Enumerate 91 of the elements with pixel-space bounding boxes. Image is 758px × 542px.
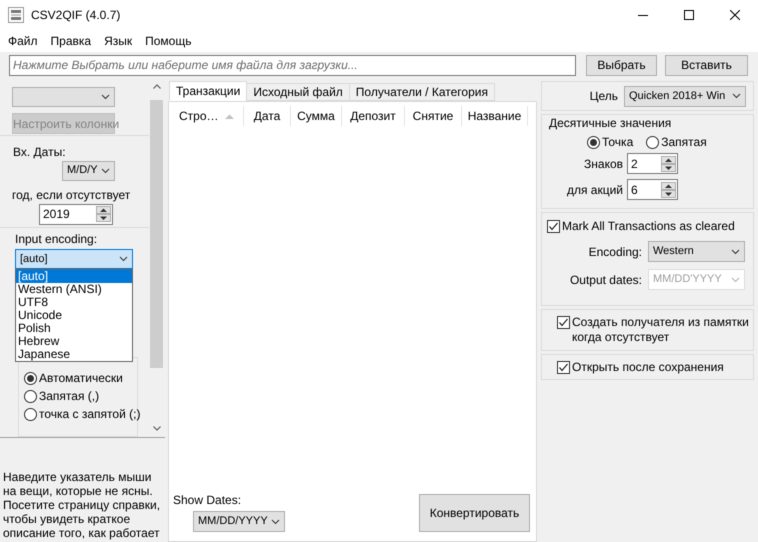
dropdown-option[interactable]: UTF8 bbox=[16, 296, 132, 309]
scrollbar-thumb[interactable] bbox=[150, 100, 163, 368]
help-text: Наведите указатель мыши на вещи, которые не ясны. Посетите страницу справки, чтобы увидеть краткое описание того, как работает bbox=[3, 470, 162, 540]
number-field[interactable]: 2019 bbox=[39, 204, 113, 225]
checkbox-label[interactable]: Mark All Transactions as cleared bbox=[562, 219, 735, 234]
chevron-icon bbox=[731, 248, 740, 254]
file-button[interactable]: Вставить bbox=[665, 54, 748, 76]
combo-value: Quicken 2018+ Win bbox=[629, 88, 726, 104]
show-dates-dropdown[interactable]: MM/DD/YYYY bbox=[193, 511, 285, 532]
app-icon bbox=[8, 7, 24, 23]
checkbox-checked-icon[interactable] bbox=[547, 220, 560, 233]
maximize-icon bbox=[684, 10, 694, 20]
dropdown-option[interactable]: Unicode bbox=[16, 309, 132, 322]
field-label: для акций bbox=[566, 182, 623, 198]
radio-label[interactable]: Запятая bbox=[661, 133, 707, 151]
spin-buttons-icon bbox=[96, 206, 111, 222]
radio-icon[interactable] bbox=[24, 390, 37, 402]
field-label: Цель bbox=[590, 88, 618, 105]
chevron-icon bbox=[101, 94, 110, 100]
chevron-icon bbox=[731, 276, 740, 282]
field-label: Input encoding: bbox=[15, 232, 98, 246]
column-header-label: Депозит bbox=[350, 108, 396, 125]
sort-arrow-icon bbox=[224, 114, 234, 118]
column-header[interactable]: Депозит bbox=[342, 106, 405, 126]
window-title: CSV2QIF (4.0.7) bbox=[31, 7, 120, 24]
spin-buttons-icon bbox=[661, 182, 676, 198]
chevron-icon bbox=[119, 256, 128, 262]
close-icon bbox=[730, 10, 740, 20]
tab[interactable]: Исходный файл bbox=[246, 83, 350, 101]
column-header-label: Сумма bbox=[297, 108, 335, 125]
radio-icon[interactable] bbox=[24, 408, 37, 420]
convert-button[interactable]: Конвертировать bbox=[419, 494, 530, 532]
tab[interactable]: Получатели / Категория bbox=[348, 83, 495, 101]
chevron-icon bbox=[732, 93, 741, 99]
field-label: Output dates: bbox=[568, 272, 642, 288]
scroll-up-icon bbox=[152, 84, 160, 89]
combo-value: [auto] bbox=[20, 252, 48, 267]
field-label: Знаков bbox=[583, 156, 623, 172]
date-format-dropdown[interactable]: M/D/Y bbox=[62, 160, 115, 181]
dropdown-option[interactable]: Japanese bbox=[16, 348, 132, 361]
radio-selected-icon[interactable] bbox=[24, 372, 37, 384]
radio-label[interactable]: Запятая (,) bbox=[39, 387, 100, 405]
field-value: 2 bbox=[631, 156, 638, 172]
checkbox-checked-icon[interactable] bbox=[557, 316, 570, 329]
column-header[interactable]: Название bbox=[462, 106, 528, 126]
radio-icon[interactable] bbox=[646, 136, 660, 148]
spin-buttons-icon bbox=[661, 156, 676, 172]
file-path-field[interactable]: Нажмите Выбрать или наберите имя файла для загрузки... bbox=[9, 54, 576, 76]
minimize-icon bbox=[638, 14, 648, 16]
field-value: 2019 bbox=[43, 206, 70, 224]
number-field[interactable]: 2 bbox=[627, 153, 678, 174]
dropdown-option[interactable]: Hebrew bbox=[16, 335, 132, 348]
output-encoding-dropdown[interactable]: Western bbox=[648, 241, 745, 262]
dropdown-option[interactable]: [auto] bbox=[16, 270, 132, 283]
radio-label[interactable]: точка с запятой (;) bbox=[39, 405, 140, 423]
target-dropdown[interactable]: Quicken 2018+ Win bbox=[624, 86, 746, 106]
dropdown-option[interactable]: Western (ANSI) bbox=[16, 283, 132, 296]
menu-item[interactable]: Файл bbox=[8, 32, 38, 50]
column-header[interactable]: Сумма bbox=[291, 106, 342, 126]
number-field[interactable]: 6 bbox=[627, 179, 678, 200]
checkbox-checked-icon[interactable] bbox=[557, 360, 570, 374]
field-label: Encoding: bbox=[588, 244, 642, 260]
group-title: Десятичные значения bbox=[549, 116, 672, 130]
field-label: Show Dates: bbox=[173, 493, 242, 507]
combo-value: MM/DD'YYYY bbox=[653, 272, 722, 288]
combo-value: M/D/Y bbox=[67, 163, 98, 178]
radio-selected-icon[interactable] bbox=[587, 136, 600, 148]
column-header-label: Стро… bbox=[179, 108, 219, 125]
file-button[interactable]: Выбрать bbox=[586, 54, 657, 76]
dropdown-option[interactable]: Polish bbox=[16, 322, 132, 335]
column-header-label: Дата bbox=[254, 108, 280, 125]
combo-value: Western bbox=[653, 244, 694, 260]
encoding-dropdown[interactable]: [auto] bbox=[15, 249, 133, 269]
column-header[interactable]: Стро… bbox=[172, 106, 244, 126]
field-value: 6 bbox=[631, 182, 638, 198]
menu-item[interactable]: Помощь bbox=[145, 32, 192, 50]
tab[interactable]: Транзакции bbox=[169, 81, 248, 101]
combo-value: MM/DD/YYYY bbox=[198, 514, 268, 530]
field-label: год, если отсутствует bbox=[12, 188, 132, 202]
radio-label[interactable]: Автоматически bbox=[39, 369, 123, 387]
menu-item[interactable]: Правка bbox=[50, 32, 92, 50]
radio-label[interactable]: Точка bbox=[602, 133, 634, 151]
column-header-label: Снятие bbox=[412, 108, 454, 125]
field-label: Вх. Даты: bbox=[13, 144, 67, 159]
chevron-icon bbox=[271, 518, 280, 524]
chevron-icon bbox=[101, 168, 110, 174]
scroll-down-icon bbox=[152, 426, 160, 431]
menu-item[interactable]: Язык bbox=[104, 32, 132, 50]
column-header[interactable]: Дата bbox=[244, 106, 291, 126]
column-header-label: Название bbox=[468, 108, 522, 125]
column-header[interactable]: Снятие bbox=[405, 106, 462, 126]
